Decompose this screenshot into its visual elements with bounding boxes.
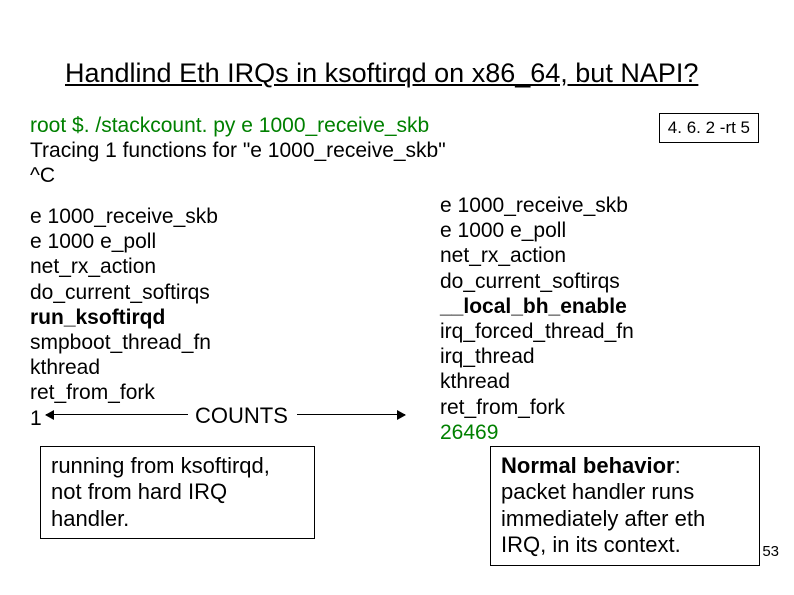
- trace-line: irq_forced_thread_fn: [440, 319, 634, 344]
- left-stack-trace: e 1000_receive_skb e 1000 e_poll net_rx_…: [30, 204, 218, 431]
- right-stack-trace: e 1000_receive_skb e 1000 e_poll net_rx_…: [440, 193, 634, 445]
- trace-line: e 1000 e_poll: [30, 229, 218, 254]
- arrow-right-icon: [297, 414, 405, 415]
- trace-intro-1: Tracing 1 functions for "e 1000_receive_…: [30, 139, 446, 163]
- trace-intro-2: ^C: [30, 164, 55, 188]
- trace-line: e 1000_receive_skb: [30, 204, 218, 229]
- trace-line: kthread: [30, 355, 218, 380]
- slide-title: Handlind Eth IRQs in ksoftirqd on x86_64…: [65, 58, 698, 89]
- trace-line: e 1000 e_poll: [440, 218, 634, 243]
- trace-count: 1: [30, 406, 218, 431]
- trace-line: ret_from_fork: [30, 380, 218, 405]
- trace-line: net_rx_action: [30, 254, 218, 279]
- left-note-box: running from ksoftirqd, not from hard IR…: [40, 446, 315, 539]
- trace-line-bold: __local_bh_enable: [440, 294, 634, 319]
- counts-label: COUNTS: [195, 403, 288, 429]
- trace-line: do_current_softirqs: [30, 280, 218, 305]
- trace-line: irq_thread: [440, 344, 634, 369]
- trace-line: smpboot_thread_fn: [30, 330, 218, 355]
- note-bold: Normal behavior: [501, 453, 675, 478]
- trace-line: e 1000_receive_skb: [440, 193, 634, 218]
- trace-line: net_rx_action: [440, 243, 634, 268]
- trace-line: do_current_softirqs: [440, 269, 634, 294]
- trace-count: 26469: [440, 420, 634, 445]
- right-note-box: Normal behavior: packet handler runs imm…: [490, 446, 760, 566]
- kernel-version-box: 4. 6. 2 -rt 5: [659, 113, 759, 143]
- arrow-left-icon: [46, 414, 188, 415]
- command-line: root $. /stackcount. py e 1000_receive_s…: [30, 114, 429, 138]
- trace-line-bold: run_ksoftirqd: [30, 305, 218, 330]
- page-number: 53: [762, 543, 779, 560]
- trace-line: ret_from_fork: [440, 395, 634, 420]
- trace-line: kthread: [440, 369, 634, 394]
